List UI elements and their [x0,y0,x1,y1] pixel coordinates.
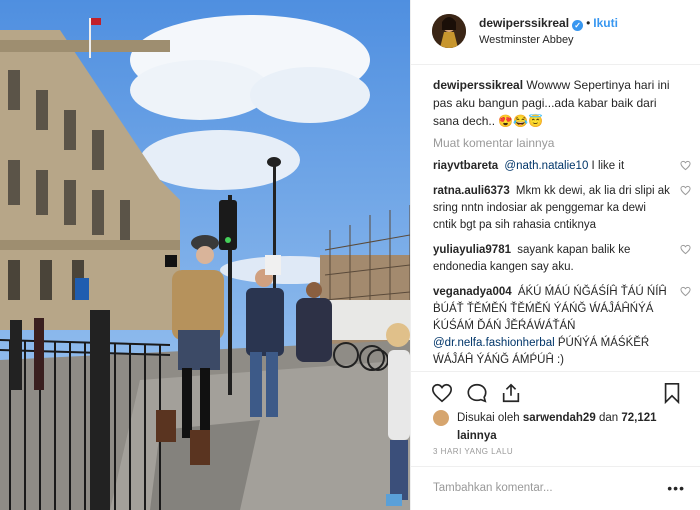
comment-mention[interactable]: @dr.nelfa.fashionherbal [433,337,555,349]
comment-like-icon[interactable] [680,286,691,297]
post-timestamp[interactable]: 3 HARI YANG LALU [433,447,513,456]
avatar-image [432,14,466,48]
caption-emojis: 😍😂😇 [498,114,544,128]
likes-count[interactable]: 72,121 [621,412,656,424]
header-username[interactable]: dewiperssikreal [479,16,569,30]
more-options-icon[interactable]: ••• [667,480,685,496]
share-icon[interactable] [500,382,522,404]
caption-username[interactable]: dewiperssikreal [433,78,523,92]
likes-suffix[interactable]: lainnya [457,430,497,442]
comment-item: veganadya004 ÁḰÚ ḾÁÚ ŃĞÁŚÍĤ ŤÁÚ ŃÍĤ ḂÚÁŤ… [433,284,691,369]
comments-section: dewiperssikreal Wowww Sepertinya hari in… [433,76,691,377]
location-link[interactable]: Westminster Abbey [479,34,574,46]
load-more-comments-link[interactable]: Muat komentar lainnya [433,136,685,150]
add-comment-bar: Tambahkan komentar... ••• [411,466,700,510]
comment-mention[interactable]: @nath.natalie10 [504,160,588,172]
comment-text: I like it [588,160,625,172]
comment-like-icon[interactable] [680,244,691,255]
comment-item: ratna.auli6373 Mkm kk dewi, ak lia dri s… [433,183,691,234]
comment-item: yuliayulia9781 sayank kapan balik ke end… [433,242,691,276]
comment-username[interactable]: veganadya004 [433,286,512,298]
instagram-post: dewiperssikreal ✓ • Ikuti Westminster Abbey… [0,0,700,510]
separator-dot: • [586,16,591,30]
comment-item: riayvtbareta @nath.natalie10 I like it [433,158,691,175]
comment-like-icon[interactable] [680,185,691,196]
verified-badge-icon: ✓ [572,20,584,31]
comment-like-icon[interactable] [680,160,691,171]
heart-icon[interactable] [431,382,453,404]
post-header: dewiperssikreal ✓ • Ikuti Westminster Abbey [411,0,700,65]
likes-summary: Disukai oleh sarwendah29 dan 72,121 lain… [457,409,667,445]
comment-username[interactable]: riayvtbareta [433,160,498,172]
post-caption: dewiperssikreal Wowww Sepertinya hari in… [433,76,685,130]
comment-username[interactable]: yuliayulia9781 [433,244,511,256]
post-sidebar: dewiperssikreal ✓ • Ikuti Westminster Abbey… [410,0,700,510]
street-photo [0,0,410,510]
comment-username[interactable]: ratna.auli6373 [433,185,510,197]
bookmark-icon[interactable] [661,382,683,404]
liker-avatar[interactable] [433,410,449,426]
add-comment-input[interactable]: Tambahkan komentar... [433,482,553,494]
likes-joiner: dan [598,412,619,424]
avatar[interactable] [432,14,466,48]
follow-button[interactable]: Ikuti [593,16,618,30]
liker-username[interactable]: sarwendah29 [523,412,596,424]
comment-icon[interactable] [466,382,488,404]
likes-prefix: Disukai oleh [457,412,520,424]
post-photo[interactable] [0,0,410,510]
header-line: dewiperssikreal ✓ • Ikuti [479,16,618,31]
